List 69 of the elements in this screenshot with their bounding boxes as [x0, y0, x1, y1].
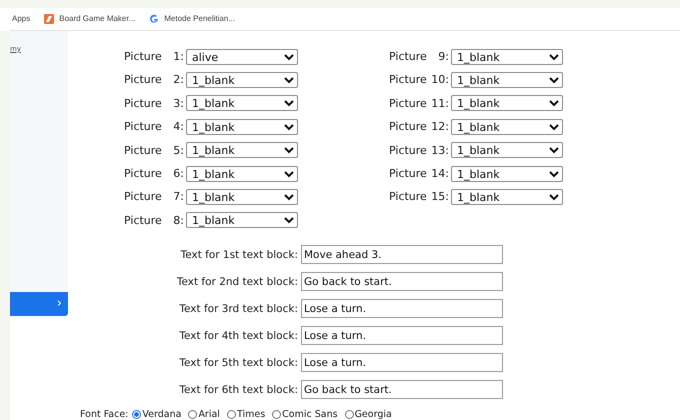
- picture-select[interactable]: alive: [186, 48, 298, 65]
- picture-label: Picture: [389, 190, 428, 204]
- text-block-field[interactable]: Lose a turn.: [301, 326, 503, 345]
- text-block-label: Text for 5th text block:: [179, 356, 298, 368]
- picture-number: 6:: [172, 167, 184, 180]
- picture-select[interactable]: 1_blank: [451, 95, 563, 112]
- picture-label: Picture: [389, 50, 428, 64]
- picture-label: Picture: [389, 96, 428, 110]
- picture-label: Picture: [124, 120, 163, 134]
- board-game-icon: [44, 14, 54, 24]
- picture-select[interactable]: 1_blank: [451, 48, 563, 65]
- text-block-label: Text for 1st text block:: [180, 248, 298, 260]
- picture-select[interactable]: 1_blank: [186, 166, 298, 182]
- picture-label: Picture: [389, 120, 428, 134]
- text-block-label: Text for 6th text block:: [179, 384, 298, 396]
- text-block-field[interactable]: Move ahead 3.: [301, 245, 503, 264]
- picture-number: 1:: [172, 50, 184, 64]
- picture-select[interactable]: 1_blank: [186, 212, 298, 228]
- bookmark-link[interactable]: Apps: [12, 14, 30, 24]
- picture-select[interactable]: 1_blank: [451, 142, 563, 158]
- picture-number: 4:: [172, 120, 184, 134]
- picture-number: 14:: [431, 167, 449, 180]
- picture-number: 11:: [431, 96, 449, 110]
- bookmark-link[interactable]: Board Game Maker...: [44, 14, 136, 24]
- picture-select[interactable]: 1_blank: [451, 72, 563, 88]
- picture-label: Picture: [124, 214, 163, 227]
- text-block-field[interactable]: Go back to start.: [301, 272, 503, 291]
- picture-label: Picture: [389, 167, 428, 180]
- picture-number: 3:: [172, 96, 184, 110]
- picture-select[interactable]: 1_blank: [186, 118, 298, 135]
- picture-number: 5:: [172, 144, 184, 157]
- picture-number: 13:: [431, 144, 449, 157]
- picture-label: Picture: [124, 96, 163, 110]
- picture-label: Picture: [389, 73, 428, 86]
- text-block-field[interactable]: Go back to start.: [301, 380, 503, 399]
- picture-select[interactable]: 1_blank: [186, 72, 298, 88]
- expand-button[interactable]: ›: [10, 292, 68, 316]
- picture-select[interactable]: 1_blank: [186, 142, 298, 158]
- text-block-label: Text for 4th text block:: [179, 330, 298, 342]
- google-icon: [149, 14, 160, 24]
- picture-label: Picture: [124, 73, 163, 86]
- picture-select[interactable]: 1_blank: [186, 95, 298, 112]
- picture-number: 12:: [431, 120, 449, 134]
- font-radio[interactable]: Arial: [188, 409, 220, 420]
- text-block-label: Text for 3rd text block:: [179, 302, 298, 314]
- picture-number: 15:: [431, 190, 449, 204]
- picture-select[interactable]: 1_blank: [451, 166, 563, 182]
- bookmark-link[interactable]: Metode Penelitian...: [149, 14, 235, 24]
- picture-number: 2:: [172, 73, 184, 86]
- text-block-field[interactable]: Lose a turn.: [301, 353, 503, 372]
- font-radio[interactable]: Georgia: [344, 409, 392, 420]
- font-radio[interactable]: Times: [226, 409, 266, 420]
- picture-label: Picture: [124, 167, 163, 180]
- picture-number: 9:: [437, 50, 449, 64]
- picture-select[interactable]: 1_blank: [451, 188, 563, 205]
- text-block-field[interactable]: Lose a turn.: [301, 299, 503, 318]
- picture-label: Picture: [389, 144, 428, 157]
- picture-label: Picture: [124, 50, 163, 64]
- font-radio[interactable]: Comic Sans: [272, 409, 338, 420]
- text-block-label: Text for 2nd text block:: [176, 276, 298, 288]
- picture-number: 8:: [172, 214, 184, 227]
- picture-label: Picture: [124, 190, 163, 204]
- picture-select[interactable]: 1_blank: [186, 188, 298, 205]
- picture-number: 10:: [431, 73, 449, 86]
- picture-select[interactable]: 1_blank: [451, 118, 563, 135]
- picture-label: Picture: [124, 144, 163, 157]
- font-radio[interactable]: Verdana: [132, 409, 182, 420]
- font-face-label: Font Face:: [80, 409, 128, 420]
- picture-number: 7:: [172, 190, 184, 204]
